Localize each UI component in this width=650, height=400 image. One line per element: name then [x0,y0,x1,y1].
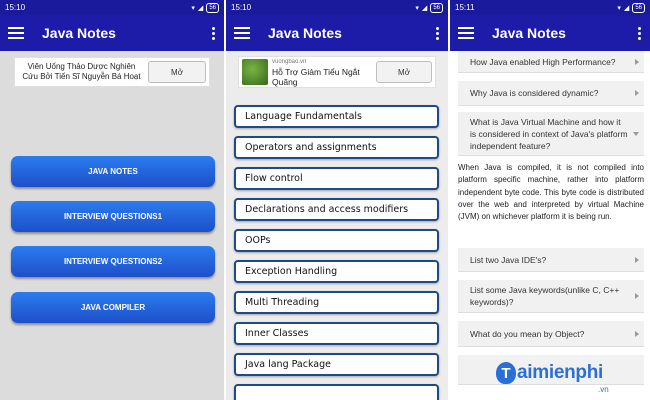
wifi-icon: ▾ [617,4,621,12]
topic-java-lang-package[interactable]: Java lang Package [234,353,439,376]
signal-icon: ◢ [421,4,428,12]
status-icons: ▾ ◢ 56 [617,2,645,13]
question-text: List two Java IDE's? [470,254,547,265]
hamburger-menu-icon[interactable] [458,27,474,39]
status-bar: 15:11 ▾ ◢ 56 [450,0,650,15]
topic-exception-handling[interactable]: Exception Handling [234,260,439,283]
status-icons: ▾ ◢ 56 [415,2,443,13]
question-item[interactable]: List two Java IDE's? [458,248,644,272]
question-text: List some Java keywords(unlike C, C++ ke… [470,285,620,307]
ad-banner[interactable]: vuongbao.vn Hỗ Trợ Giảm Tiểu Ngắt Quãng … [238,56,436,88]
more-options-icon[interactable] [434,26,440,40]
more-options-icon[interactable] [636,26,642,40]
status-time: 15:10 [231,3,252,12]
hamburger-menu-icon[interactable] [234,27,250,39]
watermark-brand: aimienphi [517,362,603,383]
answer-text: When Java is compiled, it is not compile… [458,163,644,222]
status-bar: 15:10 ▾ ◢ 56 [226,0,448,15]
ad-open-button[interactable]: Mở [148,61,206,83]
chevron-right-icon [635,293,639,299]
watermark-logo: T aimienphi [496,362,603,384]
question-item[interactable]: What do you mean by Object? [458,321,644,347]
signal-icon: ◢ [623,4,630,12]
question-item-expanded[interactable]: What is Java Virtual Machine and how it … [458,112,644,156]
home-screen: 15:10 ▾ ◢ 56 Java Notes Viên Uống Thảo D… [0,0,224,400]
ad-title: Hỗ Trợ Giảm Tiểu Ngắt Quãng [272,66,360,87]
chevron-right-icon [635,256,639,263]
watermark-badge: T [496,362,516,384]
question-text: How Java enabled High Performance? [470,56,616,67]
topic-inner-classes[interactable]: Inner Classes [234,322,439,345]
battery-icon: 56 [206,2,219,13]
topics-screen: 15:10 ▾ ◢ 56 Java Notes vuongbao.vn Hỗ T… [226,0,448,400]
question-item[interactable]: List some Java keywords(unlike C, C++ ke… [458,280,644,313]
topic-language-fundamentals[interactable]: Language Fundamentals [234,105,439,128]
topic-oops[interactable]: OOPs [234,229,439,252]
status-time: 15:10 [5,3,26,12]
java-compiler-button[interactable]: JAVA COMPILER [11,292,215,323]
status-bar: 15:10 ▾ ◢ 56 [0,0,224,15]
ad-banner[interactable]: Viên Uống Thảo Dược Nghiên Cứu Bởi Tiến … [14,57,210,87]
interview-questions-screen: 15:11 ▾ ◢ 56 Java Notes How Java enabled… [450,0,650,400]
app-title: Java Notes [268,25,342,41]
screenshot-collage: 15:10 ▾ ◢ 56 Java Notes Viên Uống Thảo D… [0,0,650,400]
wifi-icon: ▾ [415,4,419,12]
signal-icon: ◢ [197,4,204,12]
app-bar: Java Notes [450,15,650,51]
interview-questions2-button[interactable]: INTERVIEW QUESTIONS2 [11,246,215,277]
chevron-right-icon [635,330,639,337]
app-title: Java Notes [42,25,116,41]
status-time: 15:11 [455,3,475,12]
hamburger-menu-icon[interactable] [8,27,24,39]
chevron-right-icon [635,58,639,65]
ad-domain: vuongbao.vn [272,58,307,65]
chevron-right-icon [635,90,639,96]
app-bar: Java Notes [226,15,448,51]
ad-thumbnail [242,59,268,85]
watermark-suffix: .vn [598,385,609,394]
question-text: Why Java is considered dynamic? [470,88,599,98]
battery-icon: 56 [632,2,645,13]
topic-declarations-and-access-modifiers[interactable]: Declarations and access modifiers [234,198,439,221]
question-text: What do you mean by Object? [470,328,585,339]
ad-text: Viên Uống Thảo Dược Nghiên Cứu Bởi Tiến … [22,62,141,81]
more-options-icon[interactable] [210,26,216,40]
ad-open-button[interactable]: Mở [376,61,432,83]
topic-multi-threading[interactable]: Multi Threading [234,291,439,314]
interview-questions1-button[interactable]: INTERVIEW QUESTIONS1 [11,201,215,232]
ad-copy: vuongbao.vn Hỗ Trợ Giảm Tiểu Ngắt Quãng [268,58,376,87]
java-notes-button[interactable]: JAVA NOTES [11,156,215,187]
status-icons: ▾ ◢ 56 [191,2,219,13]
question-text: What is Java Virtual Machine and how it … [470,116,628,151]
topic-operators-and-assignments[interactable]: Operators and assignments [234,136,439,159]
battery-icon: 56 [430,2,443,13]
topic-flow-control[interactable]: Flow control [234,167,439,190]
chevron-down-icon [633,131,639,136]
app-title: Java Notes [492,25,566,41]
app-bar: Java Notes [0,15,224,51]
question-item[interactable]: Why Java is considered dynamic? [458,81,644,106]
topic-partially-visible[interactable] [234,384,439,400]
wifi-icon: ▾ [191,4,195,12]
question-item[interactable]: How Java enabled High Performance? [458,51,644,73]
